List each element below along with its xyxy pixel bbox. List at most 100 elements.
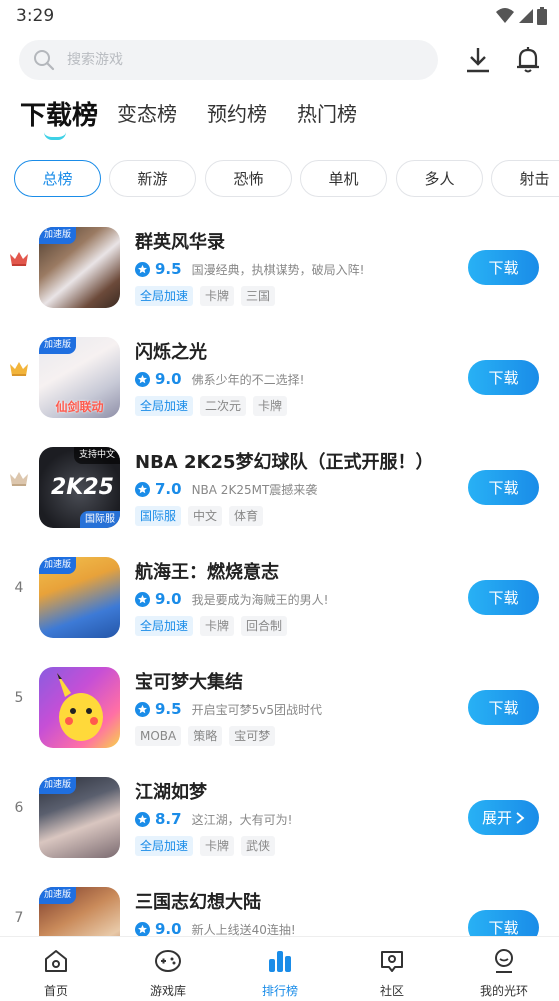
list-item[interactable]: 支持中文 2K25 国际服 NBA 2K25梦幻球队（正式开服！） 7.0 NB…	[0, 430, 559, 540]
app-name: 宝可梦大集结	[135, 672, 243, 693]
nav-label: 社区	[379, 984, 404, 998]
nav-home[interactable]: 首页	[0, 937, 112, 1001]
list-item[interactable]: 4 加速版 航海王：燃烧意志 9.0 我是要成为海贼王的男人! 全局加速 卡牌 …	[0, 540, 559, 650]
app-description: 新人上线送40连抽!	[191, 922, 296, 937]
search-bar[interactable]	[19, 40, 438, 80]
pikachu-icon	[57, 673, 103, 741]
tab-preorder-rank[interactable]: 预约榜	[207, 98, 267, 127]
search-input[interactable]	[67, 40, 427, 80]
app-name: 江湖如梦	[135, 782, 207, 803]
app-name: 航海王：燃烧意志	[135, 562, 279, 583]
tab-hot-rank[interactable]: 热门榜	[297, 98, 357, 127]
nav-label: 游戏库	[149, 984, 186, 998]
app-icon	[39, 667, 120, 748]
icon-caption: 仙剑联动	[55, 400, 104, 414]
tag: 宝可梦	[229, 726, 276, 746]
app-icon: 加速版 仙剑联动	[39, 337, 120, 418]
rank-number: 6	[14, 800, 24, 816]
app-tags: 全局加速 二次元 卡牌	[135, 396, 288, 416]
app-description: 这江湖，大有可为!	[191, 812, 293, 827]
tag: 全局加速	[135, 836, 194, 856]
app-description: 佛系少年的不二选择!	[191, 372, 305, 387]
download-button[interactable]: 下载	[468, 580, 539, 615]
nav-profile[interactable]: 我的光环	[448, 937, 559, 1001]
tag: 策略	[188, 726, 223, 746]
app-score: 9.0	[155, 920, 182, 936]
notification-button[interactable]	[510, 42, 546, 78]
star-icon	[135, 701, 150, 717]
app-score: 8.7	[155, 810, 182, 828]
tab-modded-rank[interactable]: 变态榜	[117, 98, 177, 127]
star-icon	[135, 921, 150, 936]
expand-button[interactable]: 展开	[468, 800, 539, 835]
tab-download-rank[interactable]: 下载榜	[20, 95, 98, 132]
wifi-icon	[496, 8, 514, 23]
list-item[interactable]: 7 加速版 三国志幻想大陆 9.0 新人上线送40连抽! 下载	[0, 870, 559, 936]
app-name: NBA 2K25梦幻球队（正式开服！）	[135, 452, 434, 473]
bottom-nav: 首页 游戏库 排行榜 社区 我的光环	[0, 936, 559, 1001]
battery-icon	[537, 7, 547, 25]
icon-badge: 加速版	[39, 337, 77, 354]
chip-new[interactable]: 新游	[109, 160, 196, 197]
tag: 全局加速	[135, 616, 194, 636]
rating-line: 9.5 开启宝可梦5v5团战时代	[135, 700, 322, 718]
rank-crown-gold	[6, 250, 32, 268]
app-tags: 全局加速 卡牌 三国	[135, 286, 276, 306]
download-manager-button[interactable]	[460, 42, 496, 78]
icon-badge: 支持中文	[73, 447, 120, 464]
app-icon: 加速版	[39, 557, 120, 638]
rating-line: 8.7 这江湖，大有可为!	[135, 810, 292, 828]
rank-crown-silver	[6, 360, 32, 378]
list-item[interactable]: 6 加速版 江湖如梦 8.7 这江湖，大有可为! 全局加速 卡牌 武侠 展开	[0, 760, 559, 870]
star-icon	[135, 811, 150, 827]
list-item[interactable]: 5 宝可梦大集结 9.5 开启宝可梦5v5团战时代 MOBA 策略 宝可梦 下载	[0, 650, 559, 760]
download-button[interactable]: 下载	[468, 690, 539, 725]
tag: 卡牌	[200, 616, 235, 636]
star-icon	[135, 481, 150, 497]
download-button[interactable]: 下载	[468, 470, 539, 505]
bell-icon	[517, 47, 539, 73]
chip-shooter[interactable]: 射击	[491, 160, 559, 197]
app-tags: 全局加速 卡牌 武侠	[135, 836, 276, 856]
nav-label: 首页	[43, 984, 68, 998]
profile-icon	[495, 949, 513, 973]
icon-badge-server: 国际服	[80, 511, 120, 528]
chip-single-player[interactable]: 单机	[300, 160, 387, 197]
tag: 卡牌	[253, 396, 288, 416]
nav-game-library[interactable]: 游戏库	[112, 937, 224, 1001]
download-button[interactable]: 下载	[468, 360, 539, 395]
nav-ranking[interactable]: 排行榜	[224, 937, 336, 1001]
nav-community[interactable]: 社区	[336, 937, 448, 1001]
rank-crown-bronze	[6, 470, 32, 488]
chip-horror[interactable]: 恐怖	[205, 160, 292, 197]
star-icon	[135, 591, 150, 607]
chip-all[interactable]: 总榜	[14, 160, 101, 197]
icon-badge: 加速版	[39, 887, 77, 904]
community-icon	[381, 951, 403, 972]
chevron-right-icon	[516, 811, 525, 824]
tag: 卡牌	[200, 286, 235, 306]
app-tags: 全局加速 卡牌 回合制	[135, 616, 288, 636]
tag: 体育	[229, 506, 264, 526]
tag: 中文	[188, 506, 223, 526]
crown-icon	[10, 252, 28, 266]
list-item[interactable]: 加速版 群英风华录 9.5 国漫经典，执棋谋势，破局入阵! 全局加速 卡牌 三国…	[0, 210, 559, 320]
app-icon: 加速版	[39, 777, 120, 858]
app-name: 闪烁之光	[135, 342, 207, 363]
tab-indicator	[44, 132, 66, 140]
rank-number: 5	[14, 690, 24, 706]
app-name: 群英风华录	[135, 232, 225, 253]
download-button[interactable]: 下载	[468, 250, 539, 285]
app-score: 9.5	[155, 700, 182, 718]
app-description: 国漫经典，执棋谋势，破局入阵!	[191, 262, 365, 277]
chip-multiplayer[interactable]: 多人	[396, 160, 483, 197]
tag: MOBA	[135, 726, 182, 746]
app-icon: 支持中文 2K25 国际服	[39, 447, 120, 528]
tag: 国际服	[135, 506, 182, 526]
download-button[interactable]: 下载	[468, 910, 539, 936]
category-chips: 总榜 新游 恐怖 单机 多人 射击	[14, 160, 559, 198]
list-item[interactable]: 加速版 仙剑联动 闪烁之光 9.0 佛系少年的不二选择! 全局加速 二次元 卡牌…	[0, 320, 559, 430]
app-score: 9.0	[155, 370, 182, 388]
rating-line: 9.0 我是要成为海贼王的男人!	[135, 590, 328, 608]
tag: 全局加速	[135, 396, 194, 416]
